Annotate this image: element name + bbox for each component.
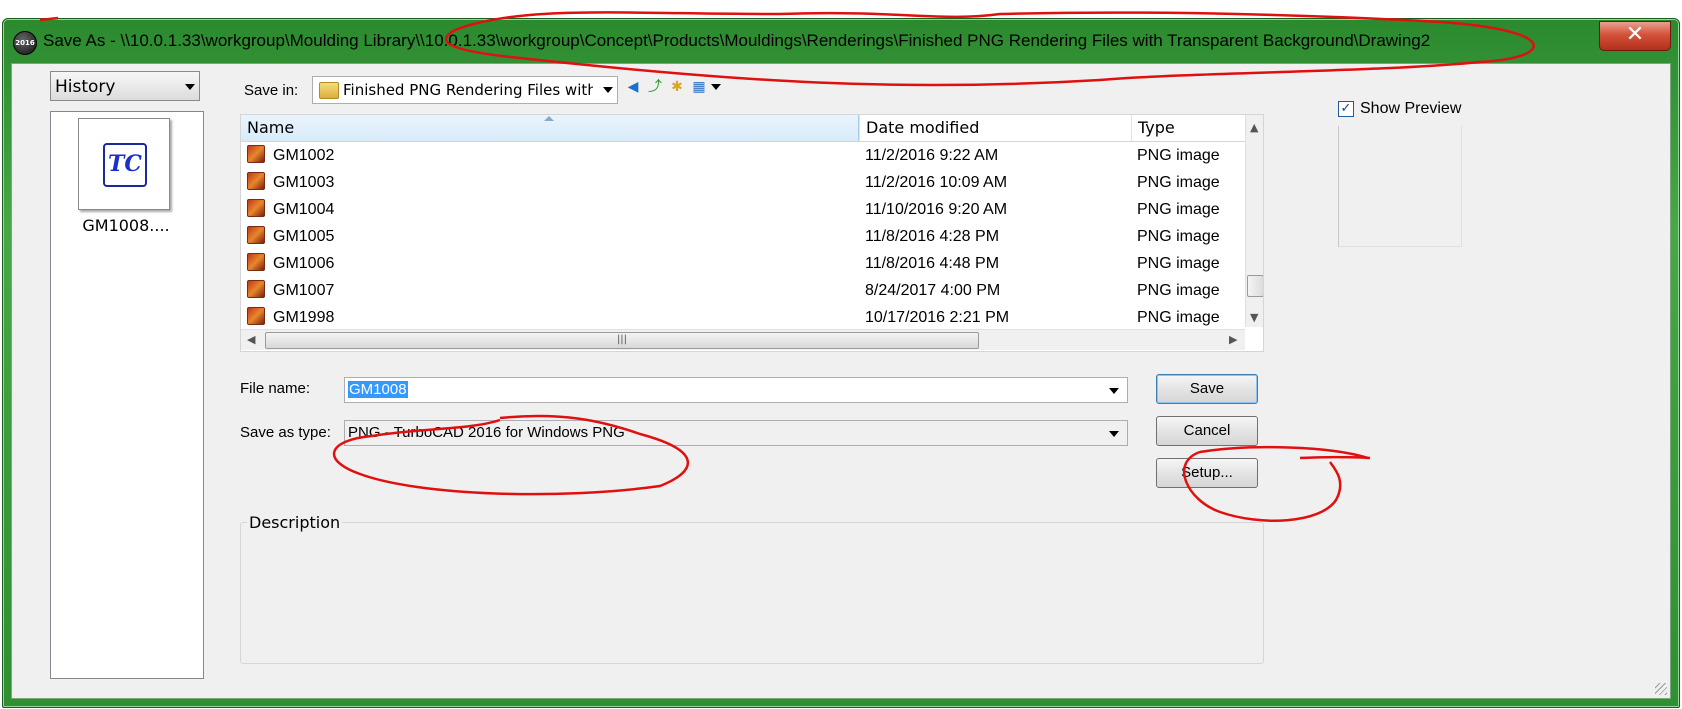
- type-cell: PNG image: [1137, 282, 1220, 299]
- scroll-right-icon[interactable]: ▶: [1229, 333, 1237, 346]
- turbocad-app-icon[interactable]: 2016: [13, 31, 37, 55]
- type-cell: PNG image: [1137, 228, 1220, 245]
- save-as-type-dropdown[interactable]: PNG - TurboCAD 2016 for Windows PNG: [344, 420, 1128, 446]
- sort-up-icon: [544, 116, 554, 121]
- column-header-date[interactable]: Date modified: [859, 115, 1131, 141]
- png-file-icon: [247, 307, 265, 325]
- history-list[interactable]: TC GM1008....: [50, 111, 204, 679]
- png-file-icon: [247, 253, 265, 271]
- chevron-down-icon: [603, 87, 613, 93]
- png-file-icon: [247, 145, 265, 163]
- scroll-down-icon[interactable]: ▼: [1250, 311, 1258, 324]
- new-folder-icon[interactable]: ✱: [668, 78, 686, 96]
- history-dropdown-label: History: [55, 77, 116, 97]
- description-label: Description: [247, 513, 343, 532]
- column-header-name[interactable]: Name: [241, 115, 859, 141]
- save-as-type-value: PNG - TurboCAD 2016 for Windows PNG: [348, 424, 625, 441]
- type-cell: PNG image: [1137, 255, 1220, 272]
- file-name-cell: GM1004: [241, 196, 859, 223]
- history-dropdown[interactable]: History: [50, 71, 200, 101]
- save-button[interactable]: Save: [1156, 374, 1258, 404]
- table-row[interactable]: GM1007 8/24/2017 4:00 PM PNG image: [241, 277, 1245, 304]
- date-cell: 11/8/2016 4:48 PM: [865, 255, 1000, 272]
- title-bar[interactable]: 2016 Save As - \\10.0.1.33\workgroup\Mou…: [3, 19, 1679, 63]
- show-preview-checkbox[interactable]: ✓: [1338, 101, 1354, 117]
- date-cell: 11/2/2016 10:09 AM: [865, 174, 1008, 191]
- folder-icon: [319, 82, 339, 99]
- png-file-icon: [247, 226, 265, 244]
- file-name-cell: GM1003: [241, 169, 859, 196]
- table-row[interactable]: GM1003 11/2/2016 10:09 AM PNG image: [241, 169, 1245, 196]
- type-cell: PNG image: [1137, 201, 1220, 218]
- save-in-dropdown[interactable]: Finished PNG Rendering Files with Transp…: [312, 76, 618, 104]
- chevron-down-icon[interactable]: [1109, 388, 1119, 394]
- preview-pane: [1338, 126, 1462, 247]
- description-group: Description: [240, 513, 1264, 664]
- date-cell: 8/24/2017 4:00 PM: [865, 282, 1001, 299]
- date-cell: 10/17/2016 2:21 PM: [865, 309, 1010, 326]
- dialog-body: History TC GM1008.... Save in: Finished …: [11, 63, 1671, 699]
- file-list-header: Name Date modified Type: [241, 115, 1245, 142]
- png-file-icon: [247, 199, 265, 217]
- show-preview-label: Show Preview: [1360, 100, 1462, 117]
- file-name-cell: GM1007: [241, 277, 859, 304]
- file-name-label: File name:: [240, 380, 311, 397]
- type-cell: PNG image: [1137, 309, 1220, 326]
- setup-button[interactable]: Setup...: [1156, 458, 1258, 488]
- turbocad-file-icon: TC: [103, 143, 147, 187]
- vertical-scroll-thumb[interactable]: [1247, 275, 1263, 297]
- table-row[interactable]: GM1005 11/8/2016 4:28 PM PNG image: [241, 223, 1245, 250]
- file-name-cell: GM1005: [241, 223, 859, 250]
- table-row[interactable]: GM1002 11/2/2016 9:22 AM PNG image: [241, 142, 1245, 169]
- file-name-input[interactable]: GM1008: [344, 377, 1128, 403]
- horizontal-scrollbar[interactable]: ◀ ||| ▶: [241, 329, 1245, 350]
- horizontal-scroll-thumb[interactable]: |||: [265, 332, 979, 349]
- vertical-scrollbar[interactable]: ▲ ▼: [1245, 115, 1263, 327]
- chevron-down-icon: [185, 84, 195, 90]
- cancel-button[interactable]: Cancel: [1156, 416, 1258, 446]
- close-button[interactable]: ✕: [1599, 21, 1671, 51]
- save-in-label: Save in:: [244, 82, 299, 99]
- save-as-dialog: 2016 Save As - \\10.0.1.33\workgroup\Mou…: [2, 18, 1680, 708]
- date-cell: 11/2/2016 9:22 AM: [865, 147, 999, 164]
- history-thumbnail-label: GM1008....: [82, 216, 170, 235]
- window-title: Save As - \\10.0.1.33\workgroup\Moulding…: [43, 31, 1431, 50]
- resize-grip-icon[interactable]: [1655, 683, 1667, 695]
- back-icon[interactable]: ◀: [624, 78, 642, 96]
- png-file-icon: [247, 172, 265, 190]
- save-as-type-label: Save as type:: [240, 424, 331, 441]
- file-name-cell: GM1002: [241, 142, 859, 169]
- save-in-value: Finished PNG Rendering Files with Transp…: [343, 81, 593, 99]
- file-list[interactable]: Name Date modified Type GM1002 11/2/2016 …: [240, 114, 1264, 352]
- date-cell: 11/8/2016 4:28 PM: [865, 228, 1000, 245]
- table-row[interactable]: GM1998 10/17/2016 2:21 PM PNG image: [241, 304, 1245, 331]
- view-menu-icon[interactable]: ▦: [690, 78, 708, 96]
- table-row[interactable]: GM1004 11/10/2016 9:20 AM PNG image: [241, 196, 1245, 223]
- column-header-type[interactable]: Type: [1131, 115, 1245, 141]
- file-name-cell: GM1998: [241, 304, 859, 331]
- png-file-icon: [247, 280, 265, 298]
- scroll-up-icon[interactable]: ▲: [1250, 121, 1258, 134]
- chevron-down-icon[interactable]: [711, 84, 721, 90]
- file-name-value: GM1008: [348, 381, 408, 398]
- date-cell: 11/10/2016 9:20 AM: [865, 201, 1008, 218]
- type-cell: PNG image: [1137, 147, 1220, 164]
- table-row[interactable]: GM1006 11/8/2016 4:48 PM PNG image: [241, 250, 1245, 277]
- history-thumbnail[interactable]: TC: [78, 118, 170, 210]
- type-cell: PNG image: [1137, 174, 1220, 191]
- chevron-down-icon: [1109, 431, 1119, 437]
- file-name-cell: GM1006: [241, 250, 859, 277]
- up-folder-icon[interactable]: ⤴: [646, 78, 664, 96]
- scroll-left-icon[interactable]: ◀: [247, 333, 255, 346]
